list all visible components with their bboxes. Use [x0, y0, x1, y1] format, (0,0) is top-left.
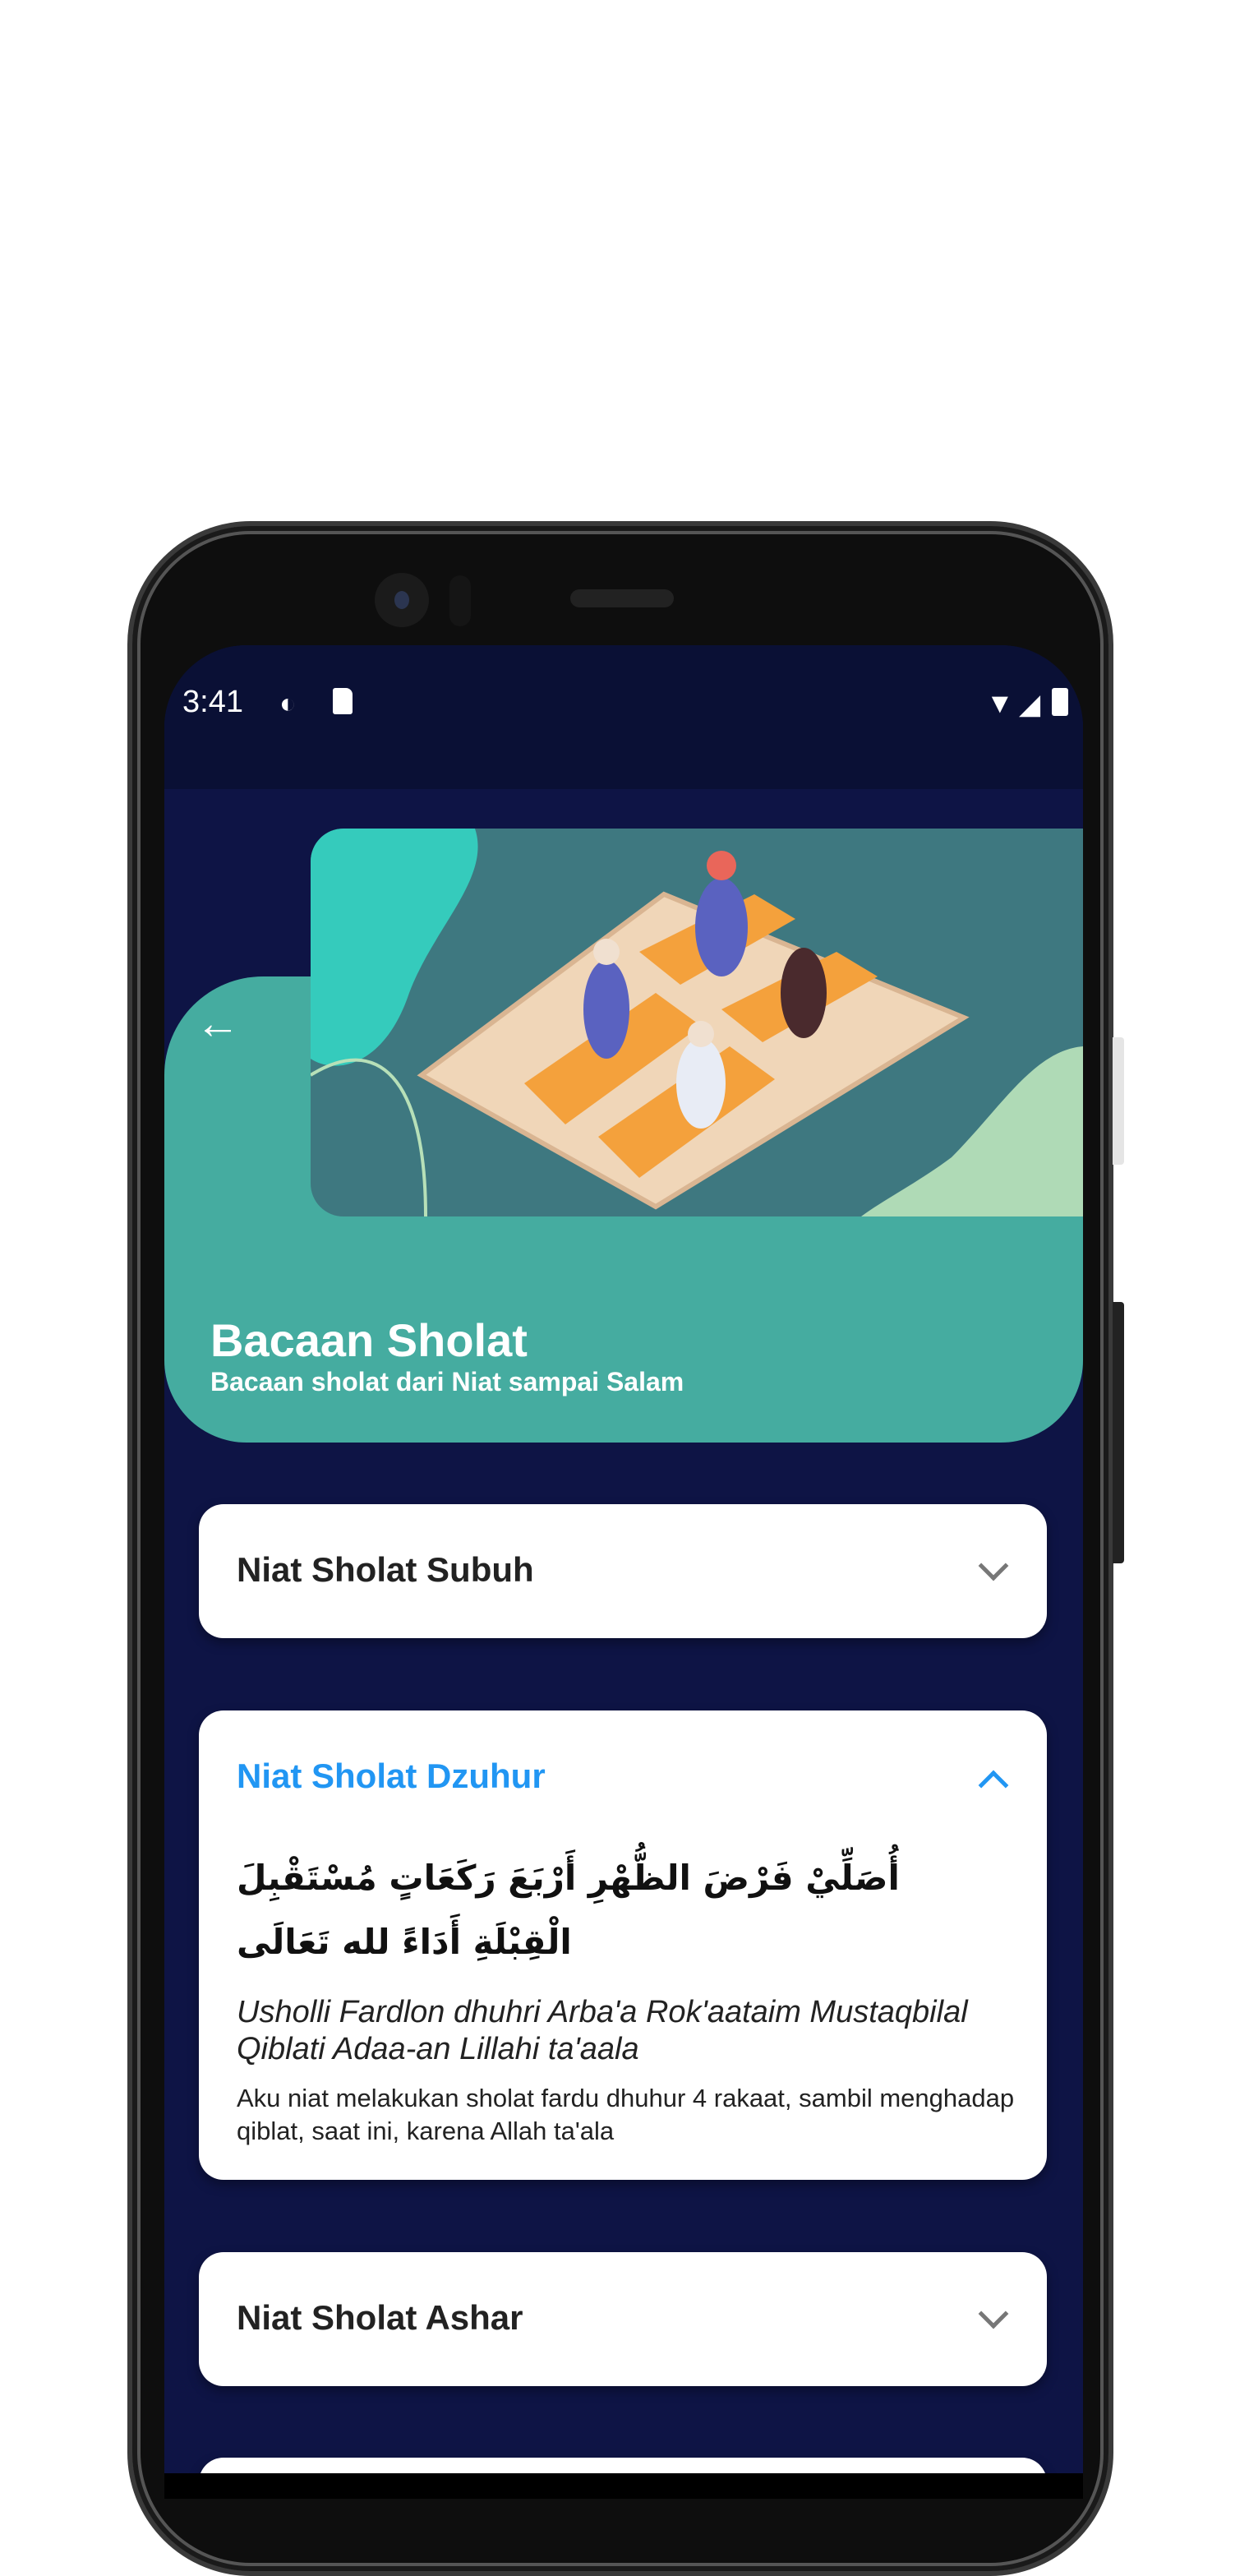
page-subtitle: Bacaan sholat dari Niat sampai Salam: [210, 1367, 684, 1396]
accordion-title: Niat Sholat Dzuhur: [237, 1757, 546, 1795]
latin-text: Usholli Fardlon dhuhri Arba'a Rok'aataim…: [237, 1995, 968, 2066]
data-saver-icon: ◐: [279, 688, 297, 719]
wifi-icon: ▼: [986, 688, 1014, 719]
chevron-up-icon[interactable]: [978, 1770, 1009, 1801]
sd-card-icon: [333, 688, 353, 714]
page-title: Bacaan Sholat: [210, 1314, 528, 1366]
status-time: 3:41: [182, 685, 243, 719]
arabic-text: أُصَلِّيْ فَرْضَ الظُّهْرِ أَرْبَعَ رَكَ…: [237, 1858, 900, 1962]
sensor: [449, 575, 471, 626]
translation-text: Aku niat melakukan sholat fardu dhuhur 4…: [237, 2084, 1015, 2145]
hero-illustration: [311, 829, 1083, 1216]
accordion-dzuhur[interactable]: Niat Sholat Dzuhur أُصَلِّيْ فَرْضَ الظُ…: [199, 1710, 1047, 2180]
screen: 3:41 ◐ ▼ ◢ ← Bacaan Sholat Bacaan sholat…: [164, 645, 1083, 2499]
accordion-title: Niat Sholat Ashar: [237, 2298, 523, 2337]
power-button: [1113, 1037, 1124, 1165]
accordion-title: Niat Sholat Subuh: [237, 1550, 534, 1589]
status-bar: 3:41 ◐ ▼ ◢: [164, 645, 1083, 789]
camera-icon: [375, 573, 429, 627]
back-arrow-icon[interactable]: ←: [196, 1001, 240, 1046]
battery-icon: [1052, 688, 1068, 716]
header: ← Bacaan Sholat Bacaan sholat dari Niat …: [164, 829, 1083, 1443]
navigation-bar: [164, 2473, 1083, 2499]
accordion-ashar[interactable]: Niat Sholat Ashar: [199, 2252, 1047, 2386]
accordion-subuh[interactable]: Niat Sholat Subuh: [199, 1504, 1047, 1638]
chevron-down-icon[interactable]: [978, 2298, 1009, 2329]
volume-button: [1113, 1302, 1124, 1563]
signal-icon: ◢: [1019, 689, 1041, 720]
speaker: [570, 589, 674, 607]
chevron-down-icon[interactable]: [978, 1550, 1009, 1581]
